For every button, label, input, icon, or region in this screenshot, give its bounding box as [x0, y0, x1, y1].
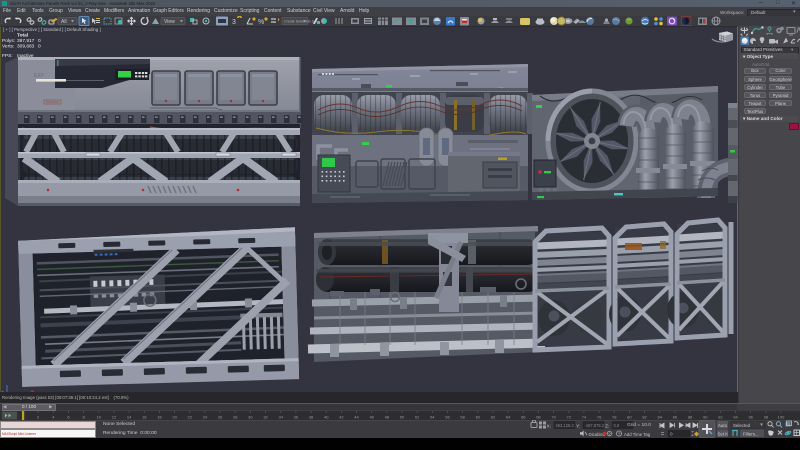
svg-text:98: 98 — [764, 415, 769, 420]
svg-text:60: 60 — [476, 415, 481, 420]
svg-text:96: 96 — [748, 415, 753, 420]
svg-text:78: 78 — [612, 415, 617, 420]
svg-text:2: 2 — [37, 415, 40, 420]
svg-text:Auto: Auto — [718, 423, 728, 428]
svg-text:88: 88 — [688, 415, 693, 420]
svg-text:42: 42 — [339, 415, 344, 420]
svg-text:50: 50 — [400, 415, 405, 420]
svg-text:All: All — [61, 19, 67, 25]
svg-text:[ + ] [ Perspective ] [ Standa: [ + ] [ Perspective ] [ Standard ] [ Def… — [3, 27, 101, 32]
svg-text:86: 86 — [673, 415, 678, 420]
svg-text:54: 54 — [430, 415, 435, 420]
svg-text:56: 56 — [445, 415, 450, 420]
svg-text:32: 32 — [263, 415, 268, 420]
svg-text:View: View — [164, 19, 175, 25]
svg-text:52: 52 — [415, 415, 420, 420]
svg-text:Inactive: Inactive — [17, 53, 34, 59]
svg-text:40: 40 — [324, 415, 329, 420]
svg-text:18: 18 — [157, 415, 162, 420]
svg-text:309,683: 309,683 — [17, 44, 35, 50]
svg-text:22: 22 — [188, 415, 193, 420]
svg-text:Polys:: Polys: — [2, 38, 15, 44]
svg-text:8: 8 — [83, 415, 86, 420]
svg-text:Selected: Selected — [733, 423, 751, 428]
svg-text:38: 38 — [309, 415, 314, 420]
svg-text:26: 26 — [218, 415, 223, 420]
svg-text:64: 64 — [506, 415, 511, 420]
svg-text:36: 36 — [294, 415, 299, 420]
svg-text:0: 0 — [670, 432, 673, 437]
svg-text:Rendering Image (pass 53) [00:: Rendering Image (pass 53) [00:07:39.1] [… — [2, 395, 129, 400]
svg-text:68: 68 — [536, 415, 541, 420]
svg-text:28: 28 — [233, 415, 238, 420]
svg-text:30: 30 — [248, 415, 253, 420]
svg-text:90: 90 — [703, 415, 708, 420]
svg-text:10: 10 — [97, 415, 102, 420]
svg-text:48: 48 — [385, 415, 390, 420]
svg-text:Filters...: Filters... — [743, 431, 759, 436]
svg-text:80: 80 — [627, 415, 632, 420]
svg-text:34: 34 — [278, 415, 283, 420]
svg-text:X:: X: — [547, 424, 552, 430]
svg-text:14: 14 — [127, 415, 132, 420]
svg-text:Verts:: Verts: — [2, 44, 14, 50]
svg-text:16: 16 — [142, 415, 147, 420]
svg-text:EXP: EXP — [34, 73, 45, 79]
svg-text:FPS:: FPS: — [2, 53, 13, 59]
svg-text:4: 4 — [52, 415, 55, 420]
svg-text:%: % — [258, 19, 264, 26]
svg-text:Add Time Tag: Add Time Tag — [624, 432, 651, 437]
svg-text:100: 100 — [778, 415, 785, 420]
svg-text:44: 44 — [354, 415, 359, 420]
svg-text:82: 82 — [642, 415, 647, 420]
svg-text:20: 20 — [172, 415, 177, 420]
svg-text:-187,875.2: -187,875.2 — [585, 423, 605, 428]
svg-text:0: 0 — [38, 44, 41, 50]
svg-text:46: 46 — [369, 415, 374, 420]
svg-text:Set K: Set K — [718, 431, 729, 436]
svg-text:76: 76 — [597, 415, 602, 420]
svg-text:Create Selection Set: Create Selection Set — [284, 20, 317, 24]
svg-text:84: 84 — [657, 415, 662, 420]
svg-text:6: 6 — [67, 415, 70, 420]
svg-text:74: 74 — [582, 415, 587, 420]
svg-text:62: 62 — [491, 415, 496, 420]
svg-text:58: 58 — [460, 415, 465, 420]
svg-text:3: 3 — [232, 19, 236, 26]
svg-text:70: 70 — [551, 415, 556, 420]
svg-text:94: 94 — [733, 415, 738, 420]
svg-text:72: 72 — [567, 415, 572, 420]
svg-text:Total: Total — [17, 33, 28, 39]
svg-text:0: 0 — [38, 38, 41, 44]
svg-text:12: 12 — [112, 415, 117, 420]
svg-text:397,917: 397,917 — [17, 38, 35, 44]
svg-text:92: 92 — [718, 415, 723, 420]
svg-text:263,128.3: 263,128.3 — [556, 423, 575, 428]
svg-text:24: 24 — [203, 415, 208, 420]
svg-text:66: 66 — [521, 415, 526, 420]
svg-text:0.0: 0.0 — [614, 423, 620, 428]
